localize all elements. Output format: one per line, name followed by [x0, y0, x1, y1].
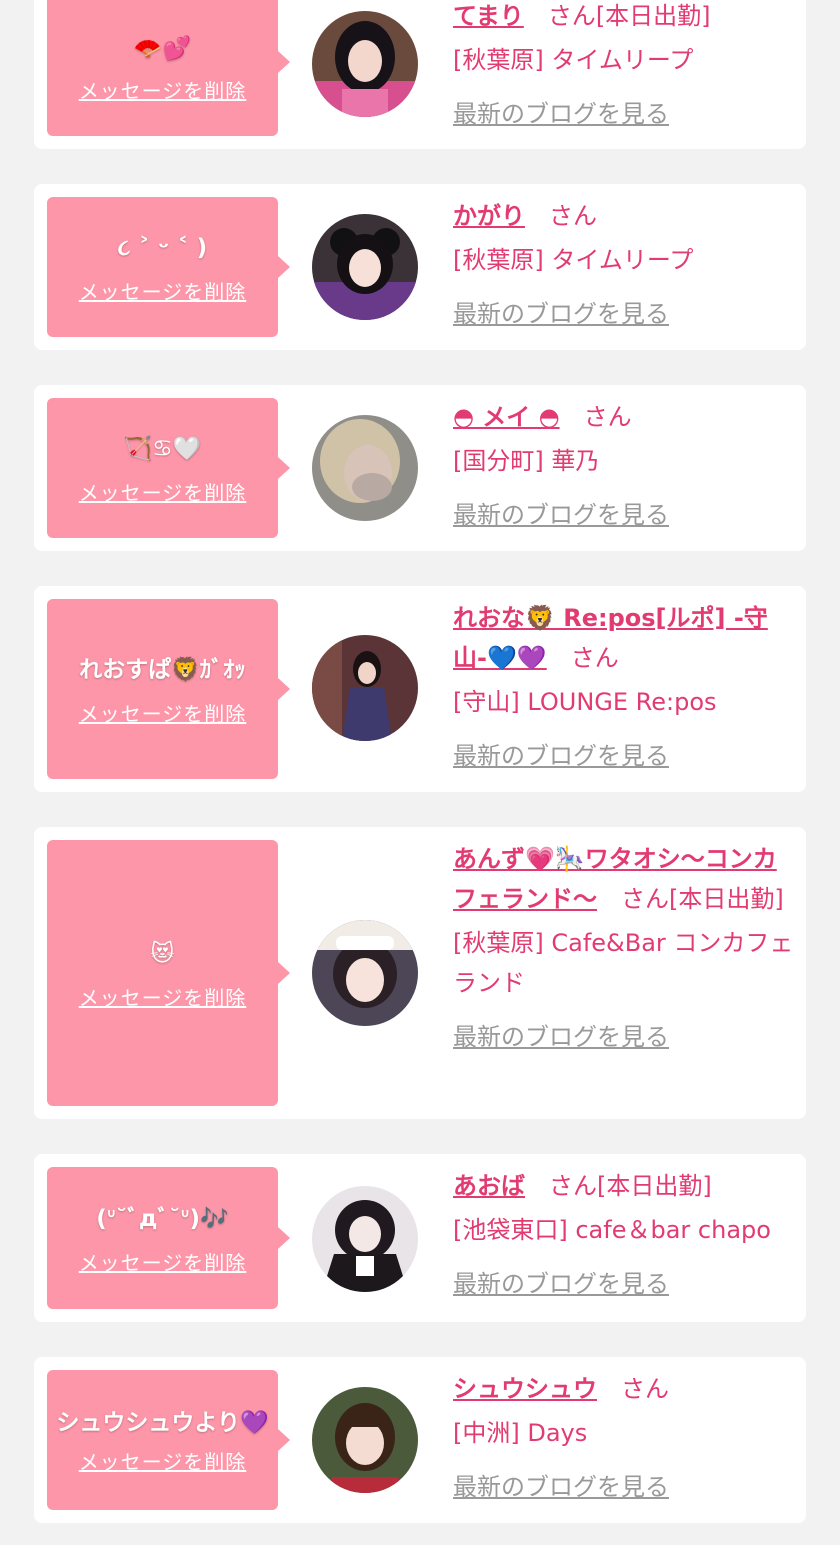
cast-name-link[interactable]: てまり	[453, 2, 524, 30]
shop-name: [秋葉原] タイムリープ	[453, 246, 694, 274]
message-card: シュウシュウより💜 メッセージを削除 シュウシュウ さん [中洲] Days 最新…	[34, 1357, 806, 1523]
delete-message-link[interactable]: メッセージを削除	[79, 477, 247, 506]
shop-name: [守山] LOUNGE Re:pos	[453, 688, 717, 716]
avatar[interactable]	[312, 214, 418, 320]
message-text: シュウシュウより💜	[56, 1409, 269, 1436]
avatar[interactable]	[312, 635, 418, 741]
cast-name-link[interactable]: あおば	[453, 1172, 525, 1200]
delete-message-link[interactable]: メッセージを削除	[79, 1247, 247, 1276]
message-text: 🏹♋🤍	[123, 435, 202, 462]
cast-info: シュウシュウ さん [中洲] Days 最新のブログを見る	[453, 1369, 798, 1502]
message-bubble: ૮ ˃ ᵕ ˂ ) メッセージを削除	[47, 197, 278, 337]
latest-blog-link[interactable]: 最新のブログを見る	[453, 294, 669, 329]
delete-message-link[interactable]: メッセージを削除	[79, 276, 247, 305]
cast-name-link[interactable]: シュウシュウ	[453, 1375, 597, 1403]
honorific: さん	[621, 1375, 669, 1403]
avatar[interactable]	[312, 1387, 418, 1493]
latest-blog-link[interactable]: 最新のブログを見る	[453, 495, 669, 530]
avatar[interactable]	[312, 11, 418, 117]
message-card: 🏹♋🤍 メッセージを削除 ◓ メイ ◓ さん [国分町] 華乃 最新のブログを見る	[34, 385, 806, 551]
message-bubble: 🪭💕 メッセージを削除	[47, 0, 278, 136]
cast-info: ◓ メイ ◓ さん [国分町] 華乃 最新のブログを見る	[453, 397, 798, 530]
honorific: さん	[570, 644, 619, 672]
message-text: 😻	[150, 940, 175, 967]
cast-info: れおな🦁 Re:pos[ルポ] -守山-💙💜 さん [守山] LOUNGE Re:…	[453, 598, 798, 771]
status-badge: [本日出勤]	[595, 2, 711, 30]
message-bubble: (ᐡ˘ﾞдﾞ˘ᐡ)🎶 メッセージを削除	[47, 1167, 278, 1309]
honorific: さん	[549, 202, 597, 230]
cast-info: てまり さん[本日出勤] [秋葉原] タイムリープ 最新のブログを見る	[453, 0, 798, 129]
honorific: さん	[549, 1172, 597, 1200]
message-text: 🪭💕	[133, 35, 192, 62]
avatar[interactable]	[312, 415, 418, 521]
latest-blog-link[interactable]: 最新のブログを見る	[453, 94, 669, 129]
message-bubble: シュウシュウより💜 メッセージを削除	[47, 1370, 278, 1510]
status-badge: [本日出勤]	[597, 1172, 712, 1200]
avatar[interactable]	[312, 920, 418, 1026]
honorific: さん	[583, 403, 632, 431]
cast-info: あんず💗🎠ワタオシ〜コンカフェランド〜 さん[本日出勤] [秋葉原] Cafe&B…	[453, 839, 798, 1052]
latest-blog-link[interactable]: 最新のブログを見る	[453, 1264, 669, 1299]
cast-info: あおば さん[本日出勤] [池袋東口] cafe＆bar chapo 最新のブログ…	[453, 1166, 798, 1299]
shop-name: [中洲] Days	[453, 1419, 588, 1447]
avatar[interactable]	[312, 1186, 418, 1292]
message-card: れおすぱ🦁ｶﾞｵｯ メッセージを削除 れおな🦁 Re:pos[ルポ] -守山-💙…	[34, 586, 806, 792]
honorific: さん	[621, 885, 669, 913]
cast-info: かがり さん [秋葉原] タイムリープ 最新のブログを見る	[453, 196, 798, 329]
shop-name: [国分町] 華乃	[453, 447, 600, 475]
message-text: (ᐡ˘ﾞдﾞ˘ᐡ)🎶	[96, 1205, 229, 1232]
message-bubble: 😻 メッセージを削除	[47, 840, 278, 1106]
latest-blog-link[interactable]: 最新のブログを見る	[453, 736, 669, 771]
message-card: 😻 メッセージを削除 あんず💗🎠ワタオシ〜コンカフェランド〜 さん[本日出勤] […	[34, 827, 806, 1119]
message-bubble: 🏹♋🤍 メッセージを削除	[47, 398, 278, 538]
message-card: ૮ ˃ ᵕ ˂ ) メッセージを削除 かがり さん [秋葉原] タイムリープ 最新…	[34, 184, 806, 350]
message-card: (ᐡ˘ﾞдﾞ˘ᐡ)🎶 メッセージを削除 あおば さん[本日出勤] [池袋東口] c…	[34, 1154, 806, 1322]
message-text: れおすぱ🦁ｶﾞｵｯ	[79, 656, 246, 683]
delete-message-link[interactable]: メッセージを削除	[79, 982, 247, 1011]
shop-name: [秋葉原] Cafe&Bar コンカフェランド	[453, 929, 794, 997]
message-text: ૮ ˃ ᵕ ˂ )	[117, 234, 208, 261]
message-card: 🪭💕 メッセージを削除 てまり さん[本日出勤] [秋葉原] タイムリープ 最新の…	[34, 0, 806, 149]
message-bubble: れおすぱ🦁ｶﾞｵｯ メッセージを削除	[47, 599, 278, 779]
shop-name: [秋葉原] タイムリープ	[453, 46, 694, 74]
status-badge: [本日出勤]	[669, 885, 784, 913]
delete-message-link[interactable]: メッセージを削除	[79, 1446, 247, 1475]
latest-blog-link[interactable]: 最新のブログを見る	[453, 1017, 669, 1052]
shop-name: [池袋東口] cafe＆bar chapo	[453, 1216, 771, 1244]
delete-message-link[interactable]: メッセージを削除	[79, 75, 247, 104]
honorific: さん	[547, 2, 596, 30]
cast-name-link[interactable]: ◓ メイ ◓	[453, 403, 560, 431]
latest-blog-link[interactable]: 最新のブログを見る	[453, 1467, 669, 1502]
cast-name-link[interactable]: かがり	[453, 202, 525, 230]
delete-message-link[interactable]: メッセージを削除	[79, 698, 247, 727]
